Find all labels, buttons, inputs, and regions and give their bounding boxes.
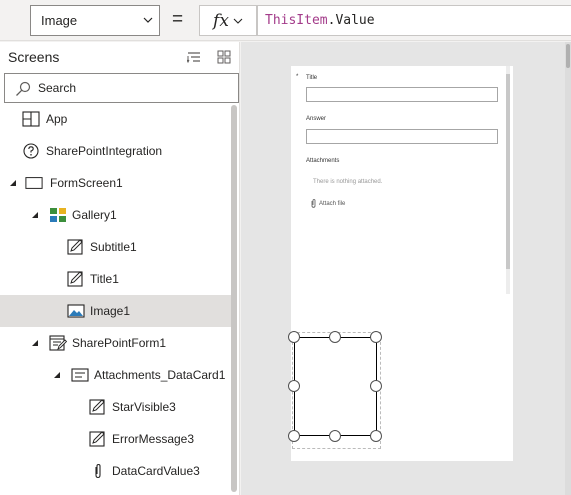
formula-property-token: .Value xyxy=(327,13,375,28)
tree-item-label: Attachments_DataCard1 xyxy=(94,368,226,382)
canvas-scrollbar[interactable] xyxy=(565,42,571,495)
canvas-scrollbar-thumb[interactable] xyxy=(566,44,570,68)
edit-label-icon xyxy=(89,399,105,415)
resize-handle-top-left[interactable] xyxy=(288,331,300,343)
tree-item-formscreen1[interactable]: FormScreen1 xyxy=(0,167,236,199)
resize-handle-bottom-left[interactable] xyxy=(288,430,300,442)
title-field-label: Title xyxy=(306,75,318,81)
attachments-field-label: Attachments xyxy=(306,158,340,164)
tree-header-title: Screens xyxy=(8,49,60,65)
tree-item-label: SharePointIntegration xyxy=(46,144,163,158)
tree-item-label: App xyxy=(46,112,68,126)
tree-item-label: Gallery1 xyxy=(72,208,117,222)
tree-item-label: Image1 xyxy=(90,304,131,318)
formula-input[interactable]: ThisItem .Value xyxy=(257,5,571,36)
tree-item-label: StarVisible3 xyxy=(112,400,176,414)
search-placeholder: Search xyxy=(38,81,77,95)
answer-field-input[interactable] xyxy=(306,129,498,144)
resize-handle-left[interactable] xyxy=(288,380,300,392)
tree-item-label: Subtitle1 xyxy=(90,240,137,254)
form-scrollbar[interactable] xyxy=(506,66,510,294)
datacard-icon xyxy=(71,368,89,382)
formula-function-token: ThisItem xyxy=(265,13,328,28)
form-scrollbar-thumb[interactable] xyxy=(506,74,510,269)
tree-item-gallery1[interactable]: Gallery1 xyxy=(0,199,236,231)
gallery-icon xyxy=(50,208,66,222)
caret-expanded-icon[interactable] xyxy=(31,339,39,347)
resize-handle-bottom[interactable] xyxy=(329,430,341,442)
resize-handle-top-right[interactable] xyxy=(370,331,382,343)
image1-control[interactable] xyxy=(294,337,377,436)
answer-field-label: Answer xyxy=(306,116,327,122)
title-field-input[interactable] xyxy=(306,87,498,102)
app-icon xyxy=(22,111,40,127)
design-canvas xyxy=(241,42,571,495)
tree-item-errormessage3[interactable]: ErrorMessage3 xyxy=(0,423,236,455)
tree-item-image1[interactable]: Image1 xyxy=(0,295,236,327)
search-icon xyxy=(16,81,31,96)
edit-label-icon xyxy=(67,271,83,287)
tree-item-label: Title1 xyxy=(90,272,119,286)
resize-handle-bottom-right[interactable] xyxy=(370,430,382,442)
tree-header: Screens xyxy=(0,42,240,72)
screen-icon xyxy=(25,177,43,189)
image-icon xyxy=(67,304,85,318)
tree-item-sharepointintegration[interactable]: SharePointIntegration xyxy=(0,135,236,167)
sort-list-icon[interactable] xyxy=(187,50,201,64)
tree-scrollbar[interactable] xyxy=(231,105,237,492)
tree-item-label: FormScreen1 xyxy=(50,176,123,190)
tree-item-app[interactable]: App xyxy=(0,103,236,135)
property-dropdown[interactable]: Image xyxy=(30,5,160,36)
caret-expanded-icon[interactable] xyxy=(9,179,17,187)
edit-label-icon xyxy=(89,431,105,447)
chevron-down-icon xyxy=(143,17,153,23)
resize-handle-right[interactable] xyxy=(370,380,382,392)
tree-view-panel: Screens Search App SharePointIntegration… xyxy=(0,42,240,495)
formula-bar: Image = fx ThisItem .Value xyxy=(0,0,571,41)
fx-icon: fx xyxy=(213,10,229,31)
tree-item-label: SharePointForm1 xyxy=(72,336,167,350)
no-attachments-message: There is nothing attached. xyxy=(313,179,383,185)
fx-button[interactable]: fx xyxy=(199,5,257,36)
equals-sign: = xyxy=(172,9,184,30)
tree-item-title1[interactable]: Title1 xyxy=(0,263,236,295)
tree-item-label: ErrorMessage3 xyxy=(112,432,195,446)
paperclip-icon xyxy=(311,199,316,208)
tree-item-starvisible3[interactable]: StarVisible3 xyxy=(0,391,236,423)
tree-item-label: DataCardValue3 xyxy=(112,464,200,478)
tree-item-attachments-datacard1[interactable]: Attachments_DataCard1 xyxy=(0,359,236,391)
resize-handle-top[interactable] xyxy=(329,331,341,343)
tree-item-datacardvalue3[interactable]: DataCardValue3 xyxy=(0,455,236,487)
grid-view-icon[interactable] xyxy=(217,50,231,64)
caret-expanded-icon[interactable] xyxy=(53,371,61,379)
required-asterisk: * xyxy=(296,74,299,80)
tree-item-subtitle1[interactable]: Subtitle1 xyxy=(0,231,236,263)
paperclip-icon xyxy=(95,463,101,479)
property-dropdown-value: Image xyxy=(41,13,78,28)
chevron-down-icon xyxy=(233,18,243,24)
edit-label-icon xyxy=(67,239,83,255)
form-icon xyxy=(49,335,67,351)
help-circle-icon xyxy=(23,143,39,159)
attach-file-link[interactable]: Attach file xyxy=(311,199,345,208)
attach-file-label: Attach file xyxy=(319,200,346,207)
tree-item-sharepointform1[interactable]: SharePointForm1 xyxy=(0,327,236,359)
caret-expanded-icon[interactable] xyxy=(31,211,39,219)
search-input[interactable]: Search xyxy=(4,73,239,103)
